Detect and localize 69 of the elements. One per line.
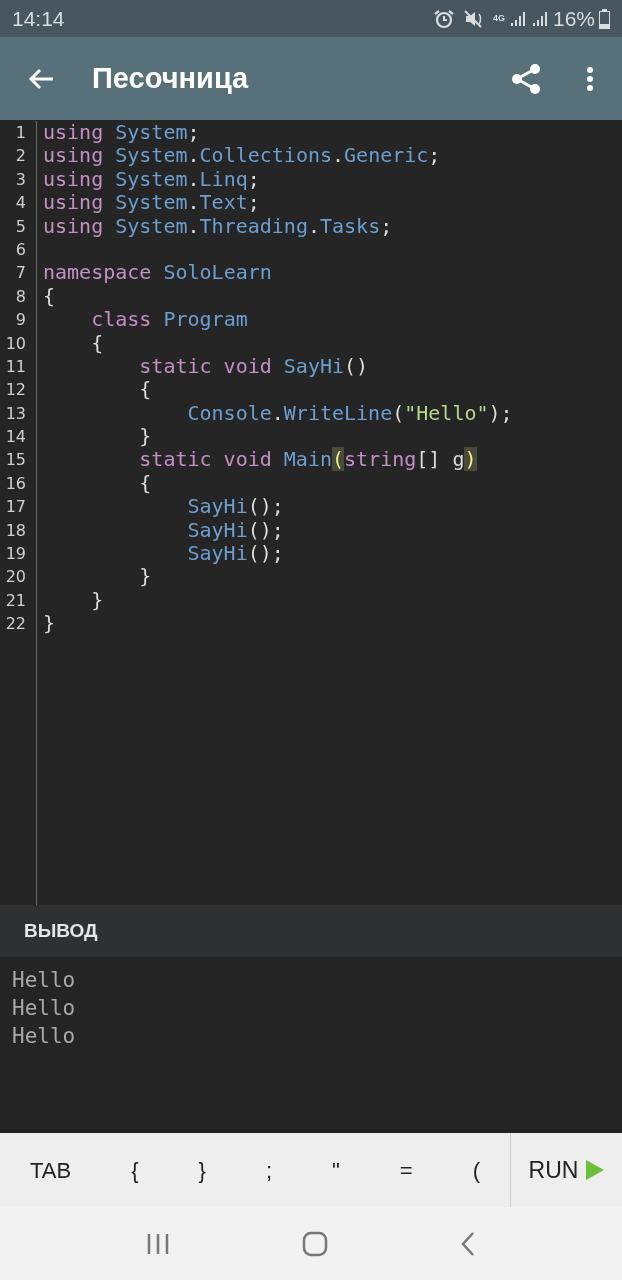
code-line: Console.WriteLine("Hello"); <box>186 401 514 426</box>
network-type: 4G <box>492 14 505 23</box>
code-line: static void Main(string[] g) <box>138 448 478 472</box>
code-line: using System.Threading.Tasks; <box>43 214 394 238</box>
more-options-icon <box>586 65 594 92</box>
code-line: static void SayHi() <box>138 354 370 379</box>
code-line: { <box>90 331 105 355</box>
output-heading: ВЫВОД <box>24 918 98 943</box>
output-line: Hello <box>12 995 76 1022</box>
line-number: 22 <box>5 613 26 636</box>
code-line: using System; <box>43 121 201 145</box>
line-number: 8 <box>15 285 26 308</box>
line-number: 16 <box>5 472 26 495</box>
line-number: 2 <box>15 145 26 168</box>
line-number: 10 <box>5 332 26 355</box>
battery-icon <box>599 8 610 29</box>
back-icon[interactable] <box>460 1230 476 1257</box>
recent-apps-icon[interactable] <box>146 1231 170 1256</box>
back-arrow-icon <box>27 66 55 91</box>
output-line: Hello <box>12 967 76 994</box>
symbol-key[interactable]: } <box>190 1133 214 1207</box>
line-number: 9 <box>15 309 26 332</box>
output-line: Hello <box>12 1023 76 1050</box>
code-line: using System.Linq; <box>43 167 261 192</box>
symbol-key[interactable]: = <box>391 1133 421 1207</box>
line-number: 12 <box>5 379 26 402</box>
symbol-key[interactable]: ; <box>257 1133 280 1207</box>
code-line: } <box>90 588 105 613</box>
code-line: { <box>138 378 153 402</box>
home-icon[interactable] <box>302 1230 328 1257</box>
line-number: 1 <box>15 122 26 144</box>
code-line: SayHi(); <box>186 495 285 519</box>
code-line: { <box>138 471 153 496</box>
line-number: 4 <box>15 192 26 215</box>
code-line: using System.Text; <box>43 191 261 215</box>
code-line: } <box>138 565 153 589</box>
line-number: 21 <box>5 589 26 612</box>
line-number: 18 <box>5 519 26 542</box>
symbol-key[interactable]: ( <box>464 1133 488 1207</box>
line-number: 13 <box>5 402 26 425</box>
line-number: 3 <box>15 168 26 191</box>
share-icon <box>511 62 541 95</box>
line-number: 17 <box>5 496 26 519</box>
symbol-key[interactable]: { <box>123 1133 147 1207</box>
play-icon <box>586 1160 605 1180</box>
signal-icon <box>530 9 549 28</box>
line-number: 5 <box>15 215 26 238</box>
screen-title: Песочница <box>92 60 249 96</box>
line-number: 6 <box>15 238 26 261</box>
line-number: 11 <box>5 355 26 378</box>
status-time: 14:14 <box>12 5 65 32</box>
symbol-key[interactable]: " <box>324 1133 348 1207</box>
line-number: 20 <box>5 566 26 589</box>
code-line: class Program <box>90 308 249 332</box>
signal-icon <box>508 9 527 28</box>
code-line: } <box>43 612 57 636</box>
line-number: 7 <box>15 262 26 285</box>
symbol-key[interactable]: TAB <box>22 1133 80 1207</box>
line-number: 15 <box>5 449 26 472</box>
alarm-icon <box>432 7 455 30</box>
code-line: { <box>43 284 57 309</box>
code-line: } <box>138 425 153 449</box>
code-line: using System.Collections.Generic; <box>43 144 442 168</box>
code-line: SayHi(); <box>186 518 285 543</box>
line-number: 19 <box>5 543 26 566</box>
line-number: 14 <box>5 426 26 449</box>
code-line: SayHi(); <box>186 542 285 566</box>
code-line: namespace SoloLearn <box>43 261 273 285</box>
battery-level: 16% <box>552 5 595 32</box>
